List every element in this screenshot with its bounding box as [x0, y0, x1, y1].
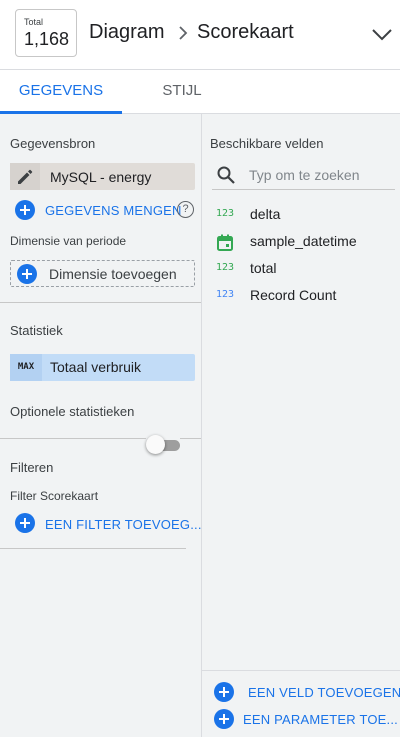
- field-item[interactable]: 123 Record Count: [202, 283, 400, 309]
- breadcrumb-diagram: Diagram: [89, 21, 165, 43]
- filter-title: Filteren: [10, 460, 54, 475]
- toggle-knob: [146, 435, 165, 454]
- field-item[interactable]: 123 total: [202, 256, 400, 282]
- add-icon: [17, 264, 37, 284]
- divider: [0, 548, 186, 549]
- search-input[interactable]: [249, 163, 389, 187]
- help-icon[interactable]: ?: [177, 201, 194, 218]
- chart-thumb-label: Total: [24, 17, 44, 27]
- add-dimension-label: Dimensie toevoegen: [49, 266, 177, 282]
- field-name: sample_datetime: [250, 233, 357, 249]
- add-parameter-link[interactable]: EEN PARAMETER TOE...: [243, 712, 398, 727]
- add-icon[interactable]: [15, 513, 35, 533]
- aggregation-badge[interactable]: MAX: [10, 354, 42, 381]
- add-icon[interactable]: [214, 682, 234, 702]
- blend-data-link[interactable]: GEGEVENS MENGEN: [45, 203, 182, 218]
- chevron-down-icon[interactable]: [370, 24, 394, 44]
- field-search: [212, 160, 395, 190]
- add-dimension-button[interactable]: Dimensie toevoegen: [10, 260, 195, 287]
- divider: [0, 302, 201, 303]
- optional-metrics-toggle[interactable]: [146, 435, 180, 455]
- available-fields-panel: Beschikbare velden 123 delta sample_date…: [202, 114, 400, 737]
- field-actions: EEN VELD TOEVOEGEN EEN PARAMETER TOE...: [202, 670, 400, 737]
- number-icon: 123: [216, 289, 235, 300]
- field-item[interactable]: 123 delta: [202, 202, 400, 228]
- tab-style[interactable]: STIJL: [122, 70, 242, 114]
- data-source-name: MySQL - energy: [50, 169, 152, 185]
- metric-label: Totaal verbruik: [50, 359, 142, 375]
- add-icon[interactable]: [214, 709, 234, 729]
- filter-subtitle: Filter Scorekaart: [10, 489, 99, 503]
- metric-title: Statistiek: [10, 323, 63, 338]
- divider: [0, 438, 146, 439]
- pencil-icon[interactable]: [10, 163, 40, 190]
- add-icon[interactable]: [15, 200, 35, 220]
- metric-chip[interactable]: MAX Totaal verbruik: [10, 354, 195, 381]
- data-source-title: Gegevensbron: [10, 136, 96, 151]
- tab-bar: GEGEVENS STIJL: [0, 70, 400, 114]
- add-field-link[interactable]: EEN VELD TOEVOEGEN: [248, 685, 400, 700]
- header: Total 1,168 Diagram Scorekaart: [0, 0, 400, 70]
- search-icon: [217, 166, 235, 184]
- tab-data[interactable]: GEGEVENS: [0, 70, 122, 114]
- field-name: delta: [250, 206, 281, 222]
- optional-metrics-title: Optionele statistieken: [10, 404, 135, 419]
- chart-thumb-value: 1,168: [24, 29, 70, 49]
- calendar-icon: [217, 234, 233, 251]
- number-icon: 123: [216, 208, 235, 219]
- data-config-panel: Gegevensbron MySQL - energy GEGEVENS MEN…: [0, 114, 202, 737]
- period-dimension-title: Dimensie van periode: [10, 234, 127, 248]
- field-name: total: [250, 260, 277, 276]
- data-source-chip[interactable]: MySQL - energy: [10, 163, 195, 190]
- available-fields-title: Beschikbare velden: [210, 136, 324, 151]
- chevron-right-icon: [179, 26, 188, 40]
- number-icon: 123: [216, 262, 235, 273]
- breadcrumb-chart-type: Scorekaart: [197, 21, 294, 43]
- chart-type-thumbnail[interactable]: Total 1,168: [15, 9, 77, 57]
- add-filter-link[interactable]: EEN FILTER TOEVOEG...: [45, 517, 202, 532]
- field-item[interactable]: sample_datetime: [202, 229, 400, 255]
- divider: [180, 438, 201, 439]
- field-name: Record Count: [250, 287, 337, 303]
